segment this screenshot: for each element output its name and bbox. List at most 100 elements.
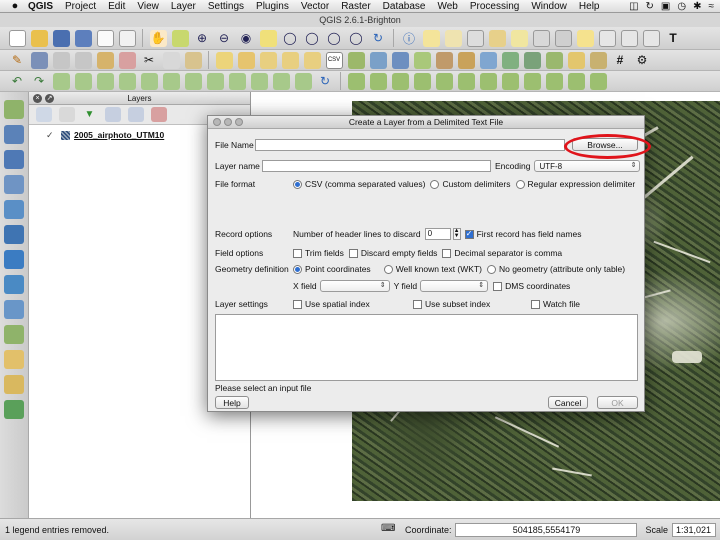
add-delimited-text-icon[interactable]: [4, 325, 24, 344]
svg-annotation-icon[interactable]: [620, 29, 638, 47]
plugin-b-icon[interactable]: [369, 72, 387, 90]
add-wfs-icon[interactable]: [523, 51, 541, 69]
menu-settings[interactable]: Settings: [202, 1, 250, 12]
html-annotation-icon[interactable]: [642, 29, 660, 47]
label-tool-icon[interactable]: T: [665, 30, 682, 47]
redo-icon[interactable]: ↷: [31, 73, 48, 90]
zoom-next-icon[interactable]: ◯: [348, 30, 365, 47]
header-lines-stepper[interactable]: ▲ ▼: [452, 228, 461, 240]
radio-none[interactable]: [486, 264, 496, 274]
float-icon[interactable]: ↗: [45, 94, 54, 103]
save-project-icon[interactable]: [52, 29, 70, 47]
menu-help[interactable]: Help: [573, 1, 606, 12]
save-edits-icon[interactable]: [30, 51, 48, 69]
add-ring-icon[interactable]: [52, 72, 70, 90]
trim-fields-option[interactable]: Trim fields: [293, 248, 344, 258]
format-regex-option[interactable]: Regular expression delimiter: [515, 179, 635, 189]
plugin-l-icon[interactable]: [589, 72, 607, 90]
menu-raster[interactable]: Raster: [335, 1, 376, 12]
fill-ring-icon[interactable]: [96, 72, 114, 90]
new-shapefile-layer-icon[interactable]: [4, 350, 24, 369]
subset-index-checkbox[interactable]: [413, 299, 422, 309]
add-vector-icon[interactable]: [4, 100, 24, 119]
add-part-icon[interactable]: [74, 72, 92, 90]
y-field-select[interactable]: ⇕: [420, 280, 489, 292]
add-oracle-icon[interactable]: [457, 51, 475, 69]
geom-wkt-option[interactable]: Well known text (WKT): [383, 264, 482, 274]
eye-icon[interactable]: [58, 107, 75, 122]
expand-all-icon[interactable]: [104, 107, 121, 122]
layer-visibility-checkbox[interactable]: ✓: [46, 130, 56, 140]
split-features-icon[interactable]: [228, 72, 246, 90]
geom-none-option[interactable]: No geometry (attribute only table): [486, 264, 625, 274]
zoom-native-icon[interactable]: ◉: [238, 30, 255, 47]
menu-view[interactable]: View: [131, 1, 165, 12]
format-csv-option[interactable]: CSV (comma separated values): [293, 179, 425, 189]
undo-icon[interactable]: ↶: [9, 73, 26, 90]
subset-index-option[interactable]: Use subset index: [413, 299, 526, 309]
add-spatialite-layer-icon[interactable]: [4, 175, 24, 194]
layer-name-input[interactable]: [262, 160, 491, 172]
add-mssql-layer-icon[interactable]: [4, 200, 24, 219]
add-raster-icon[interactable]: [4, 125, 24, 144]
copy-features-icon[interactable]: [162, 51, 180, 69]
discard-empty-checkbox[interactable]: [348, 248, 358, 258]
header-lines-input[interactable]: 0: [424, 228, 451, 240]
sync-icon[interactable]: ↻: [646, 1, 654, 12]
plugin-h-icon[interactable]: [501, 72, 519, 90]
dms-option[interactable]: DMS coordinates: [493, 281, 570, 291]
add-gps-icon[interactable]: [545, 51, 563, 69]
map-tips-icon[interactable]: [510, 29, 528, 47]
text-annotation-icon[interactable]: [576, 29, 594, 47]
zoom-layer-icon[interactable]: ◯: [304, 30, 321, 47]
plugin-f-icon[interactable]: [457, 72, 475, 90]
new-shapefile-icon[interactable]: [567, 51, 585, 69]
menu-web[interactable]: Web: [431, 1, 463, 12]
layer-name[interactable]: 2005_airphoto_UTM10: [74, 130, 164, 140]
dropbox-icon[interactable]: ◫: [629, 1, 638, 12]
spatial-index-option[interactable]: Use spatial index: [293, 299, 408, 309]
pan-to-selection-icon[interactable]: [171, 29, 189, 47]
add-feature-icon[interactable]: [52, 51, 70, 69]
plugin-d-icon[interactable]: [413, 72, 431, 90]
delete-ring-icon[interactable]: [118, 72, 136, 90]
plugin-j-icon[interactable]: [545, 72, 563, 90]
sample-data-preview[interactable]: [215, 314, 638, 381]
add-spatialite-icon[interactable]: [413, 51, 431, 69]
dms-checkbox[interactable]: [493, 281, 503, 291]
bluetooth-icon[interactable]: ✱: [693, 1, 701, 12]
refresh-icon[interactable]: ↻: [370, 30, 387, 47]
field-calculator-icon[interactable]: [466, 29, 484, 47]
menu-database[interactable]: Database: [377, 1, 432, 12]
radio-point[interactable]: [293, 264, 302, 274]
minimize-button[interactable]: [224, 118, 232, 126]
file-name-input[interactable]: [255, 138, 565, 151]
new-project-icon[interactable]: [8, 29, 26, 47]
menu-vector[interactable]: Vector: [295, 1, 335, 12]
label-pin-icon[interactable]: [215, 51, 233, 69]
plugin-k-icon[interactable]: [567, 72, 585, 90]
label-change-icon[interactable]: [303, 51, 321, 69]
wifi-icon[interactable]: ≈: [709, 1, 715, 12]
menu-processing[interactable]: Processing: [464, 1, 525, 12]
merge-features-icon[interactable]: [272, 72, 290, 90]
radio-wkt[interactable]: [383, 264, 393, 274]
radio-custom[interactable]: [430, 179, 440, 189]
scale-field[interactable]: 1:31,021: [672, 522, 716, 537]
x-field-select[interactable]: ⇕: [319, 280, 390, 292]
add-wcs-icon[interactable]: [501, 51, 519, 69]
plugin-a-icon[interactable]: [347, 72, 365, 90]
new-spatialite-icon[interactable]: [589, 51, 607, 69]
cut-features-icon[interactable]: ✂: [141, 52, 158, 69]
close-icon[interactable]: ×: [33, 94, 42, 103]
watch-file-option[interactable]: Watch file: [531, 299, 580, 309]
display-icon[interactable]: ▣: [661, 1, 670, 12]
simplify-icon[interactable]: [206, 72, 224, 90]
decimal-comma-option[interactable]: Decimal separator is comma: [442, 248, 562, 258]
zoom-last-icon[interactable]: ◯: [326, 30, 343, 47]
first-record-checkbox[interactable]: ✓: [464, 229, 474, 239]
apple-menu-icon[interactable]: ●: [8, 0, 22, 12]
zoom-in-icon[interactable]: ⊕: [194, 30, 211, 47]
expand-icon[interactable]: [35, 107, 52, 122]
composer-manager-icon[interactable]: [118, 29, 136, 47]
